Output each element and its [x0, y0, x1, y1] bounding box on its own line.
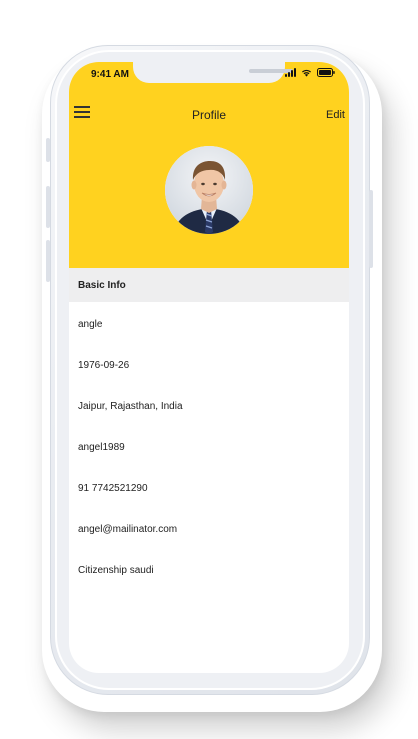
signal-icon [285, 68, 296, 77]
basic-info-list: angle 1976-09-26 Jaipur, Rajasthan, Indi… [69, 302, 349, 589]
status-icons [285, 68, 335, 77]
info-item-birthdate: 1976-09-26 [78, 360, 130, 371]
info-item-name: angle [78, 319, 103, 330]
page-title: Profile [191, 108, 226, 122]
info-item-citizenship: Citizenship saudi [78, 565, 154, 576]
power-button [369, 190, 373, 268]
phone-screen: 9:41 AM Profile Edit Basic Info angle 19… [69, 62, 349, 673]
section-title: Basic Info [78, 280, 126, 291]
battery-icon [317, 68, 335, 77]
info-item-location: Jaipur, Rajasthan, India [78, 401, 183, 412]
edit-button[interactable]: Edit [326, 109, 345, 121]
device-mockup: 9:41 AM Profile Edit Basic Info angle 19… [0, 0, 418, 739]
status-time: 9:41 AM [91, 69, 129, 80]
profile-photo-icon [165, 146, 253, 234]
avatar[interactable] [165, 146, 253, 234]
info-item-username: angel1989 [78, 442, 125, 453]
info-item-phone: 91 7742521290 [78, 483, 148, 494]
volume-down-button [46, 240, 50, 282]
volume-up-button [46, 186, 50, 228]
wifi-icon [302, 69, 311, 77]
notch [133, 62, 293, 83]
silent-switch [46, 138, 50, 162]
basic-info-section-header: Basic Info [69, 268, 349, 302]
info-item-email: angel@mailinator.com [78, 524, 178, 535]
